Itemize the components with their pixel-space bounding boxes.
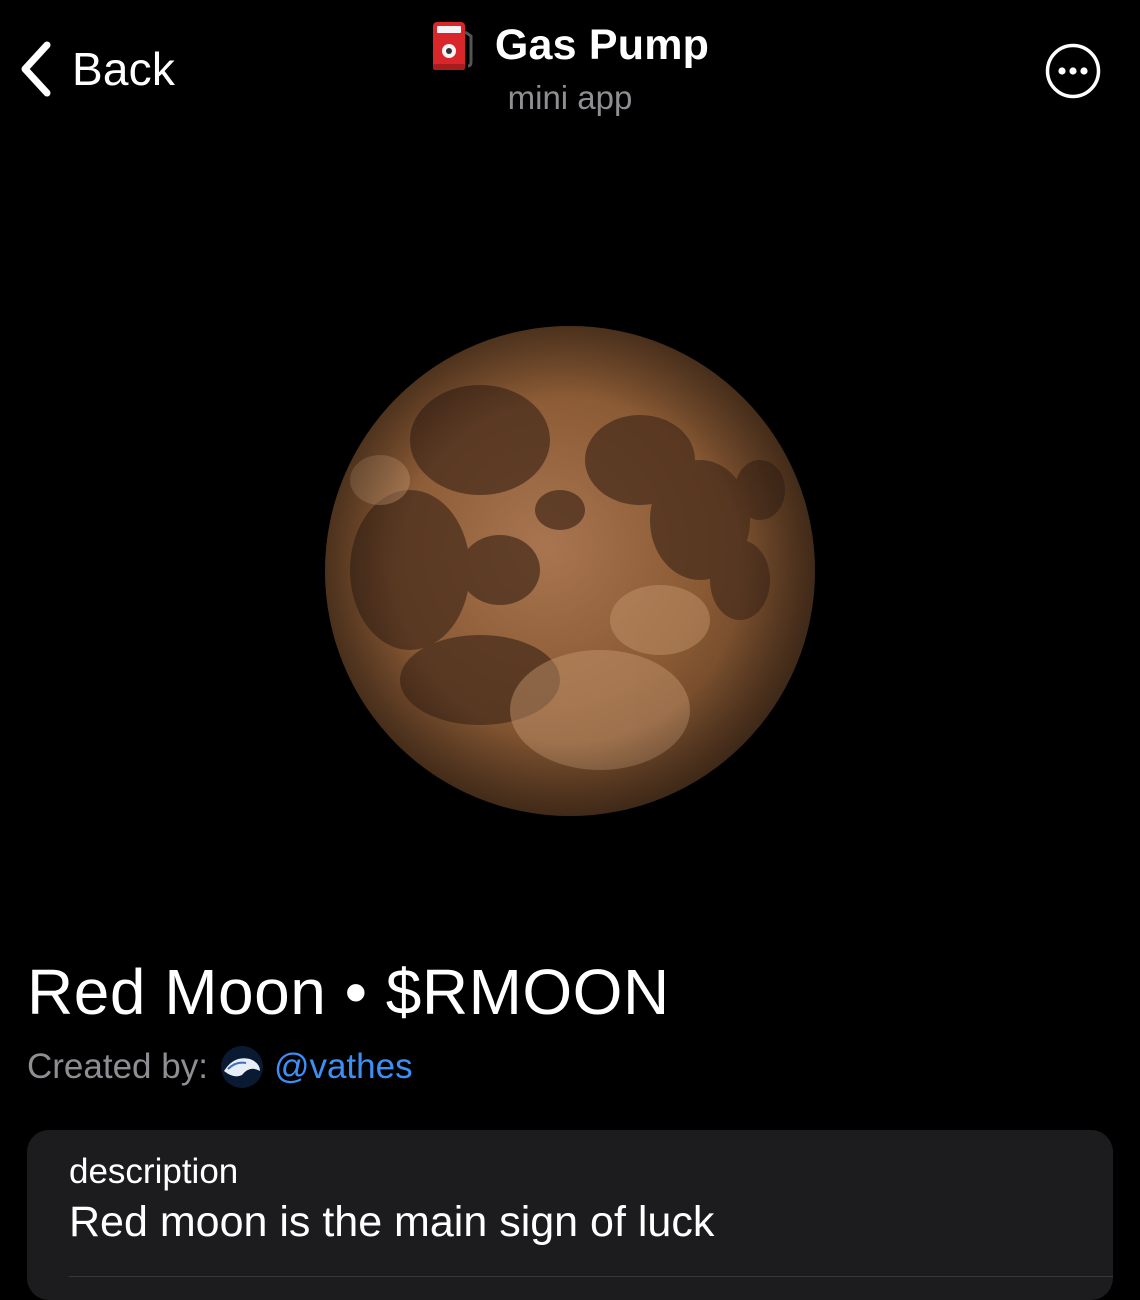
created-by-label: Created by: bbox=[27, 1047, 208, 1086]
token-image bbox=[0, 150, 1140, 930]
red-moon-image bbox=[325, 326, 815, 816]
divider bbox=[69, 1276, 1113, 1277]
token-title: Red Moon • $RMOON bbox=[27, 956, 670, 1028]
more-options-button[interactable] bbox=[1045, 43, 1101, 99]
more-options-icon bbox=[1045, 43, 1101, 99]
creator-avatar[interactable] bbox=[220, 1045, 264, 1089]
fuel-pump-icon bbox=[431, 18, 477, 72]
description-card: description Red moon is the main sign of… bbox=[27, 1130, 1113, 1300]
creator-row: Created by: @vathes bbox=[27, 1045, 413, 1089]
top-navigation-bar: Back Gas Pump mini app bbox=[0, 0, 1140, 150]
description-label: description bbox=[69, 1152, 239, 1191]
description-value: Red moon is the main sign of luck bbox=[69, 1198, 715, 1246]
creator-handle-link[interactable]: @vathes bbox=[274, 1047, 413, 1087]
app-title-block: Gas Pump mini app bbox=[0, 18, 1140, 117]
app-subtitle: mini app bbox=[507, 79, 633, 116]
app-title: Gas Pump bbox=[494, 20, 710, 69]
